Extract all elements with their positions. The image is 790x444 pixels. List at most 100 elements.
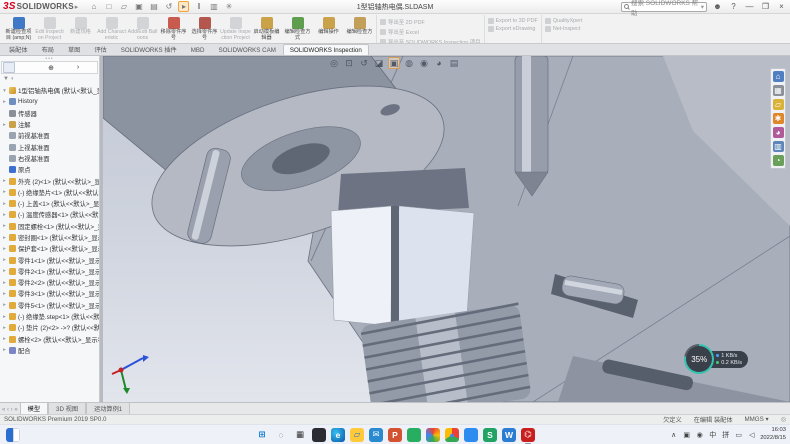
command-tab[interactable]: SOLIDWORKS CAM: [211, 44, 282, 55]
command-tab[interactable]: SOLIDWORKS 插件: [114, 42, 184, 55]
expand-arrow-icon[interactable]: ▸: [2, 223, 7, 229]
mail-icon[interactable]: ✉: [369, 428, 383, 442]
search-dropdown-icon[interactable]: ▾: [701, 3, 704, 11]
zoom-fit-icon[interactable]: ◎: [328, 57, 340, 69]
wps-icon[interactable]: W: [502, 428, 516, 442]
expand-arrow-icon[interactable]: ▸: [2, 257, 7, 263]
edit-inspection-project-button[interactable]: Edit Inspection Project: [34, 15, 65, 43]
edit-appearance-icon[interactable]: ◕: [433, 57, 445, 69]
sw-resources-icon[interactable]: ◔: [773, 155, 784, 166]
section-view-icon[interactable]: ◪: [373, 57, 385, 69]
expand-arrow-icon[interactable]: ▸: [2, 178, 7, 184]
expand-arrow-icon[interactable]: ▸: [2, 291, 7, 297]
expand-arrow-icon[interactable]: ▸: [2, 336, 7, 342]
tree-item[interactable]: ▸ 外壳 (2)<1> (默认<<默认>_显示状: [0, 175, 99, 186]
view-settings-icon[interactable]: ▤: [448, 57, 460, 69]
tree-item[interactable]: ▸ 注解: [0, 119, 99, 130]
taskpane-home-icon[interactable]: ⌂: [773, 71, 784, 82]
expand-arrow-icon[interactable]: ▸: [2, 314, 7, 320]
dimxpertmanager-tab-icon[interactable]: ⊕: [42, 62, 54, 73]
command-tab[interactable]: 评估: [87, 42, 113, 55]
displaymanager-tab-icon[interactable]: [55, 62, 67, 73]
featuremanager-tab-icon[interactable]: [3, 62, 15, 73]
expand-arrow-icon[interactable]: ▸: [2, 268, 7, 274]
colorful-browser-icon[interactable]: [426, 428, 440, 442]
tree-item[interactable]: ▸ 零件5<1> (默认<<默认>_显示状态: [0, 300, 99, 311]
solidworks-taskbar-icon[interactable]: ⌬: [521, 428, 535, 442]
widgets-button[interactable]: [6, 428, 20, 442]
add-edit-balloons-button[interactable]: Add/Edit Balloons: [127, 15, 158, 43]
edit-inspection-methods-button[interactable]: 编辑检查方式: [282, 15, 313, 43]
tree-item[interactable]: ▸ (-) 绝缘垫.step<1> (默认<<默认>: [0, 311, 99, 322]
tree-item[interactable]: ▸ 保护套<1> (默认<<默认>_显示状: [0, 243, 99, 254]
tree-item[interactable]: ▸ 右视基准面: [0, 153, 99, 164]
tree-item[interactable]: ▸ 密封圈<1> (默认<<默认>_显示状: [0, 232, 99, 243]
hide-show-items-icon[interactable]: ◉: [418, 57, 430, 69]
minimize-button[interactable]: —: [744, 1, 755, 12]
command-tab[interactable]: 草图: [61, 42, 87, 55]
select-balloons-button[interactable]: 选择零件序号: [189, 15, 220, 43]
new-inspection-project-button[interactable]: 新建检查项目 (amp;N): [3, 15, 34, 43]
expand-arrow-icon[interactable]: ▸: [2, 189, 7, 195]
search-input[interactable]: 搜索 SOLIDWORKS 帮助 ▾: [621, 2, 707, 12]
blue-app-icon[interactable]: [464, 428, 478, 442]
update-inspection-project-button[interactable]: Update Inspection Project: [220, 15, 251, 43]
status-tag-icon[interactable]: ◎: [781, 416, 786, 423]
help-button[interactable]: ?: [728, 1, 739, 12]
ime-mode-indicator[interactable]: 拼: [721, 429, 730, 441]
file-explorer-icon[interactable]: ▱: [773, 99, 784, 110]
ribbon-menu-item[interactable]: 导出至 2D PDF: [380, 18, 481, 26]
add-characteristic-button[interactable]: Add Characteristic: [96, 15, 127, 43]
tree-item[interactable]: ▸ 上视基准面: [0, 141, 99, 152]
expand-arrow-icon[interactable]: ▸: [2, 201, 7, 207]
edit-operations-button[interactable]: 编辑操作: [313, 15, 344, 43]
expand-arrow-icon[interactable]: ▸: [2, 122, 7, 128]
previous-view-icon[interactable]: ↺: [358, 57, 370, 69]
login-user-icon[interactable]: ☻: [712, 1, 723, 12]
tree-item[interactable]: ▸ 零件2<2> (默认<<默认>_显示状: [0, 277, 99, 288]
task-view-button[interactable]: ▦: [293, 428, 307, 442]
launch-template-editor-button[interactable]: 启动模板编辑器: [251, 15, 282, 43]
toolbox-icon[interactable]: ✱: [773, 113, 784, 124]
tray-app-icon[interactable]: ◉: [695, 429, 704, 441]
model-tab[interactable]: 3D 视图: [48, 402, 86, 414]
green-app-icon[interactable]: [407, 428, 421, 442]
tree-item[interactable]: ▸ (-) 上盖<1> (默认<<默认>_显示状: [0, 198, 99, 209]
tree-item[interactable]: ▸ 零件3<1> (默认<<默认>_显示状: [0, 288, 99, 299]
onedrive-icon[interactable]: ▣: [682, 429, 691, 441]
tree-item[interactable]: ▸ 螺栓<2> (默认<<默认>_显示状态: [0, 334, 99, 345]
expand-arrow-icon[interactable]: ▸: [2, 212, 7, 218]
open-icon[interactable]: ▱: [118, 1, 129, 12]
file-explorer-taskbar-icon[interactable]: ▱: [350, 428, 364, 442]
command-tab[interactable]: 装配体: [2, 42, 35, 55]
expand-arrow-icon[interactable]: ▸: [2, 280, 7, 286]
ribbon-menu-item[interactable]: QualityXpert: [545, 18, 583, 24]
command-tab[interactable]: MBD: [184, 44, 212, 55]
tree-item[interactable]: ▸ 传感器: [0, 108, 99, 119]
model-tab[interactable]: 模型: [20, 402, 48, 414]
expand-arrow-icon[interactable]: ▸: [2, 246, 7, 252]
undo-icon[interactable]: ↺: [163, 1, 174, 12]
restore-button[interactable]: ❐: [760, 1, 771, 12]
tree-item[interactable]: ▸ (-) 绝缘垫片<1> (默认<<默认>_显: [0, 187, 99, 198]
monitor-widget[interactable]: 35% 1 KB/s 0.2 KB/s: [684, 344, 748, 374]
propertymanager-tab-icon[interactable]: [16, 62, 28, 73]
display-style-icon[interactable]: ◍: [403, 57, 415, 69]
logo-flyout-arrow-icon[interactable]: ▸: [75, 3, 79, 11]
select-icon[interactable]: ▸: [178, 1, 189, 12]
expand-arrow-icon[interactable]: ▸: [2, 302, 7, 308]
tree-item[interactable]: ▸ (-) 垫片 (2)<2> ->? (默认<<默认>: [0, 322, 99, 333]
ribbon-menu-item[interactable]: 导出至 Excel: [380, 28, 481, 36]
design-library-icon[interactable]: ▦: [773, 85, 784, 96]
panel-tabs-overflow-icon[interactable]: ›: [68, 62, 80, 73]
command-tab[interactable]: 布局: [35, 42, 61, 55]
tree-item[interactable]: ▸ 配合: [0, 345, 99, 356]
tree-item[interactable]: ▸ History: [0, 96, 99, 107]
dark-app-icon[interactable]: [312, 428, 326, 442]
graphics-viewport[interactable]: ◎⊡↺◪▣◍◉◕▤ ⌂▦▱✱◕▥◔: [103, 56, 790, 402]
search-button[interactable]: ◌: [274, 428, 288, 442]
tree-item[interactable]: ▸ (-) 温度传感器<1> (默认<<默认>_: [0, 209, 99, 220]
taskbar-clock[interactable]: 16:03 2022/8/15: [760, 427, 786, 441]
ribbon-menu-item[interactable]: Export to 3D PDF: [488, 18, 538, 24]
rebuild-icon[interactable]: ‖: [193, 1, 204, 12]
